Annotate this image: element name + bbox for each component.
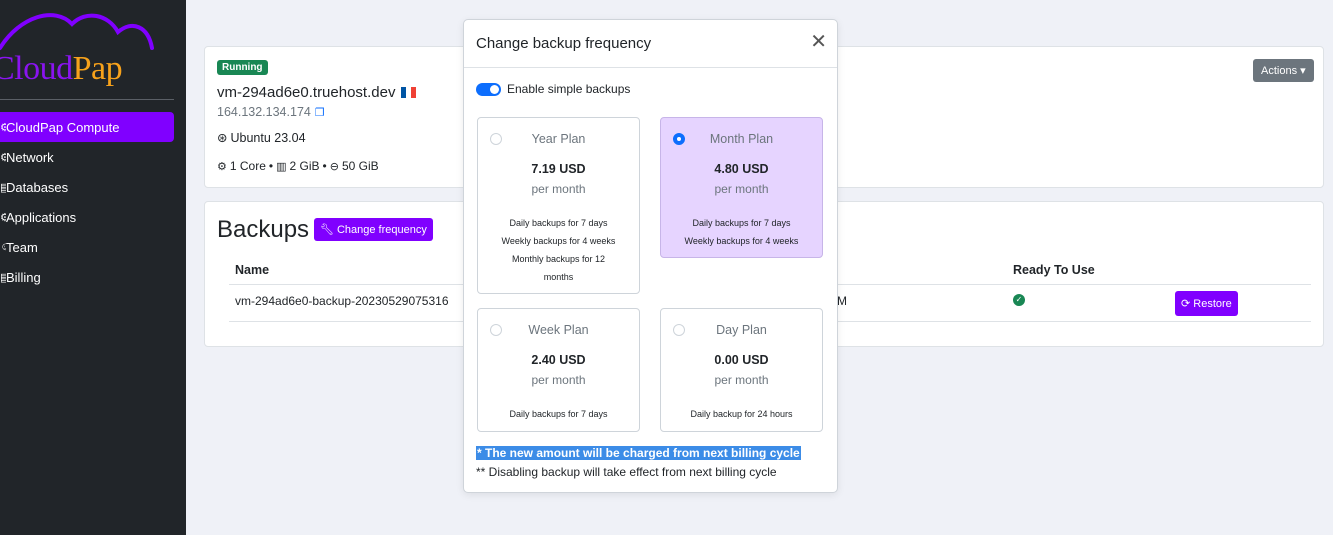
- change-backup-frequency-modal: Change backup frequency ✕ Enable simple …: [463, 19, 838, 493]
- sidebar-nav: ⚙ CloudPap Compute ⚙ Network ▤ Databases…: [0, 112, 174, 292]
- status-badge: Running: [217, 60, 268, 75]
- plan-period: per month: [531, 182, 586, 196]
- sidebar-item-network[interactable]: ⚙ Network: [0, 142, 174, 172]
- plan-feature: Weekly backups for 4 weeks: [501, 236, 616, 246]
- disk-size: 50 GiB: [341, 159, 379, 173]
- sidebar-item-label: Databases: [6, 179, 69, 195]
- plan-feature: Daily backups for 7 days: [509, 409, 608, 419]
- plan-feature: Daily backup for 24 hours: [690, 409, 793, 419]
- ubuntu-icon: ⊛: [217, 131, 228, 145]
- ram-size: 2 GiB: [289, 159, 320, 173]
- plan-price: 2.40 USD: [531, 353, 586, 367]
- plan-period: per month: [714, 373, 769, 387]
- cpu-cores: 1 Core: [229, 159, 266, 173]
- enable-backups-toggle-row: Enable simple backups: [476, 82, 630, 96]
- sidebar-item-label: CloudPap Compute: [6, 119, 120, 135]
- plan-name: Week Plan: [528, 323, 589, 337]
- billing-note: * The new amount will be charged from ne…: [476, 446, 801, 460]
- plan-description: Daily backups for 7 days Weekly backups …: [478, 214, 639, 286]
- change-frequency-label: Change frequency: [336, 223, 427, 236]
- sidebar-item-databases[interactable]: ▤ Databases: [0, 172, 174, 202]
- column-header-name: Name: [235, 263, 270, 277]
- plan-feature: Daily backups for 7 days: [692, 218, 791, 228]
- separator: •: [322, 159, 327, 173]
- backup-row-name: vm-294ad6e0-backup-20230529075316: [235, 294, 449, 308]
- plan-feature: Weekly backups for 4 weeks: [684, 236, 799, 246]
- plan-price: 4.80 USD: [714, 162, 769, 176]
- backup-row-time: M: [837, 294, 847, 308]
- copy-icon[interactable]: ❐: [315, 106, 325, 119]
- change-frequency-button[interactable]: 🔧︎ Change frequency: [314, 218, 433, 241]
- sidebar: CloudPap ⚙ CloudPap Compute ⚙ Network ▤ …: [0, 0, 186, 535]
- plan-period: per month: [531, 373, 586, 387]
- plan-period: per month: [714, 182, 769, 196]
- sidebar-item-label: Applications: [6, 209, 77, 225]
- restore-button[interactable]: ⟳ Restore: [1175, 291, 1238, 316]
- plan-description: Daily backup for 24 hours: [661, 405, 822, 423]
- cpu-icon: ⚙: [217, 160, 227, 173]
- sidebar-item-billing[interactable]: ▤ Billing: [0, 262, 174, 292]
- refresh-icon: ⟳: [1181, 298, 1191, 310]
- sidebar-item-team[interactable]: ☺ Team: [0, 232, 174, 262]
- os-label: Ubuntu 23.04: [230, 130, 306, 145]
- sidebar-item-label: Network: [6, 149, 54, 165]
- sidebar-item-label: Team: [6, 239, 38, 255]
- enable-backups-switch[interactable]: [476, 82, 501, 96]
- plan-card-year[interactable]: Year Plan 7.19 USD per month Daily backu…: [477, 117, 640, 294]
- restore-label: Restore: [1193, 298, 1232, 310]
- sidebar-item-applications[interactable]: ⚙ Applications: [0, 202, 174, 232]
- plan-radio[interactable]: [490, 324, 502, 336]
- plan-card-week[interactable]: Week Plan 2.40 USD per month Daily backu…: [477, 308, 640, 432]
- toggle-label: Enable simple backups: [507, 82, 631, 96]
- plan-radio-selected[interactable]: [673, 133, 685, 145]
- memory-icon: ▥: [276, 160, 287, 173]
- vm-name: vm-294ad6e0.truehost.dev: [217, 84, 417, 101]
- vm-ip: 164.132.134.174 ❐: [217, 105, 325, 119]
- sidebar-item-compute[interactable]: ⚙ CloudPap Compute: [0, 112, 174, 142]
- plan-name: Day Plan: [716, 323, 767, 337]
- disable-note: ** Disabling backup will take effect fro…: [476, 465, 777, 479]
- modal-title: Change backup frequency: [476, 35, 652, 52]
- separator: •: [268, 159, 274, 173]
- vm-os: ⊛ Ubuntu 23.04: [217, 130, 306, 146]
- actions-dropdown-button[interactable]: Actions ▾: [1253, 59, 1314, 82]
- modal-header: Change backup frequency ✕: [464, 20, 837, 68]
- plan-card-month[interactable]: Month Plan 4.80 USD per month Daily back…: [660, 117, 823, 258]
- backups-title: Backups: [217, 216, 310, 243]
- plan-radio[interactable]: [673, 324, 685, 336]
- wrench-icon: 🔧︎: [320, 224, 334, 236]
- plan-feature: Daily backups for 7 days: [509, 218, 608, 228]
- plan-price: 7.19 USD: [531, 162, 586, 176]
- sidebar-divider: [0, 99, 174, 100]
- plan-radio[interactable]: [490, 133, 502, 145]
- france-flag-icon: [401, 87, 417, 98]
- plan-feature: Monthly backups for 12 months: [511, 254, 606, 282]
- plan-description: Daily backups for 7 days Weekly backups …: [661, 214, 822, 250]
- column-header-ready: Ready To Use: [1013, 263, 1095, 277]
- check-circle-icon: ✓: [1013, 294, 1025, 306]
- close-icon[interactable]: ✕: [810, 32, 827, 52]
- vm-specs: ⚙ 1 Core • ▥ 2 GiB • ⊖ 50 GiB: [217, 159, 379, 173]
- sidebar-item-label: Billing: [6, 269, 41, 285]
- ip-address: 164.132.134.174: [217, 105, 311, 119]
- logo-text: CloudPap: [0, 50, 123, 87]
- plan-description: Daily backups for 7 days: [478, 405, 639, 423]
- plan-name: Year Plan: [531, 132, 586, 146]
- disk-icon: ⊖: [329, 160, 339, 173]
- plan-name: Month Plan: [709, 132, 774, 146]
- vm-hostname: vm-294ad6e0.truehost.dev: [217, 84, 396, 101]
- plan-card-day[interactable]: Day Plan 0.00 USD per month Daily backup…: [660, 308, 823, 432]
- plan-price: 0.00 USD: [714, 353, 769, 367]
- logo[interactable]: CloudPap: [0, 10, 186, 90]
